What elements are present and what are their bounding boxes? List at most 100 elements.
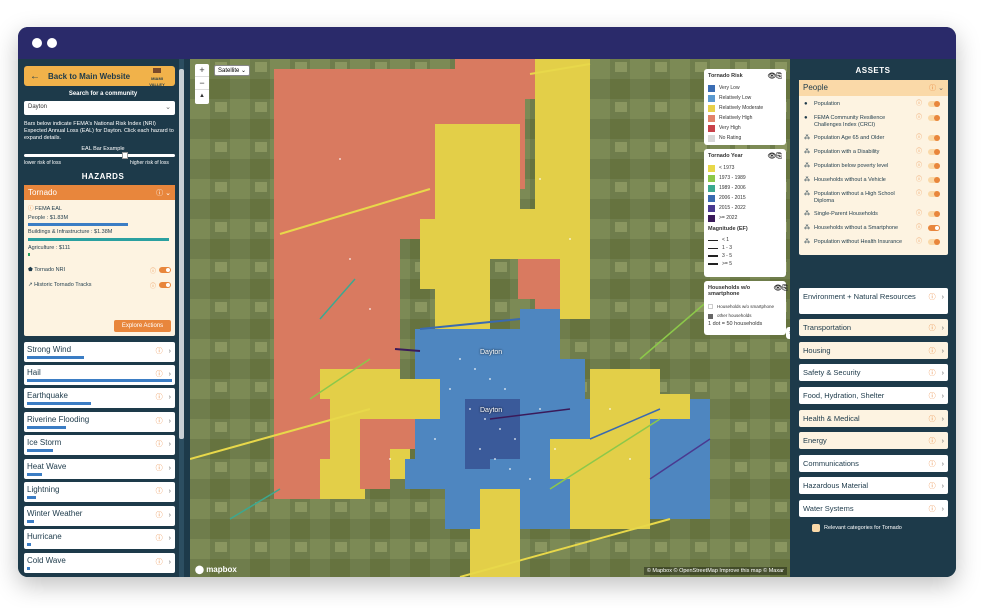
info-icon[interactable]: ⓘ <box>156 190 163 197</box>
people-layer-item[interactable]: ⁂ Households without a Smartphone ⓘ <box>804 225 944 232</box>
info-icon[interactable]: ⓘ <box>929 370 936 377</box>
people-layer-item[interactable]: ⁂ Population with a Disability ⓘ <box>804 149 944 156</box>
hazard-card[interactable]: Hurricane ⓘ › <box>24 529 175 549</box>
compass-icon[interactable]: ▲ <box>195 90 209 103</box>
asset-category[interactable]: Safety & Security ⓘ › <box>799 364 948 381</box>
info-icon[interactable]: ⓘ <box>916 135 922 142</box>
clipboard-icon[interactable]: ⎘ <box>776 73 782 80</box>
chevron-right-icon[interactable]: › <box>169 535 171 542</box>
layer-toggle[interactable] <box>928 163 940 169</box>
clipboard-icon[interactable]: ⎘ <box>776 153 782 160</box>
asset-category[interactable]: Energy ⓘ › <box>799 432 948 449</box>
info-icon[interactable]: ⓘ <box>156 348 163 355</box>
asset-card-people[interactable]: People ⓘ ⌄ ● Population ⓘ ● FEMA Community R… <box>799 80 948 255</box>
hazard-card[interactable]: Strong Wind ⓘ › <box>24 342 175 362</box>
info-icon[interactable]: ⓘ <box>156 535 163 542</box>
community-search-input[interactable]: Dayton ⌄ <box>24 101 175 115</box>
layer-toggle[interactable] <box>928 211 940 217</box>
chevron-right-icon[interactable]: › <box>942 461 944 468</box>
map-view[interactable]: + − ▲ Satellite ⌄ Dayton Dayton Tornado … <box>190 59 790 577</box>
asset-category[interactable]: Housing ⓘ › <box>799 342 948 359</box>
people-layer-item[interactable]: ⁂ Population below poverty level ⓘ <box>804 163 944 170</box>
info-icon[interactable]: ⓘ <box>929 461 936 468</box>
hazard-card[interactable]: Heat Wave ⓘ › <box>24 459 175 479</box>
info-icon[interactable]: ⓘ <box>156 488 163 495</box>
chevron-right-icon[interactable]: › <box>942 294 944 301</box>
info-icon[interactable]: ⓘ <box>916 149 922 156</box>
chevron-right-icon[interactable]: › <box>942 348 944 355</box>
tornado-nri-toggle[interactable] <box>159 267 171 273</box>
people-layer-item[interactable]: ● Population ⓘ <box>804 101 944 108</box>
chevron-right-icon[interactable]: › <box>942 370 944 377</box>
info-icon[interactable]: ⓘ <box>929 416 936 423</box>
asset-category[interactable]: Hazardous Material ⓘ › <box>799 477 948 494</box>
map-canvas[interactable] <box>190 59 790 577</box>
asset-category[interactable]: Food, Hydration, Shelter ⓘ › <box>799 387 948 404</box>
window-dot-icon[interactable] <box>47 38 57 48</box>
info-icon[interactable]: ⓘ <box>28 206 34 212</box>
hazard-card-tornado[interactable]: Tornado ⓘ ⌄ ⓘ FEMA EAL People : $1.83M B… <box>24 185 175 336</box>
chevron-right-icon[interactable]: › <box>942 483 944 490</box>
back-to-main-button[interactable]: ← Back to Main Website MIAMI VALLEY <box>24 66 175 87</box>
mapbox-logo[interactable]: ⬤ mapbox <box>195 565 237 574</box>
people-header[interactable]: People ⓘ ⌄ <box>799 80 948 96</box>
people-layer-item[interactable]: ⁂ Households without a Vehicle ⓘ <box>804 177 944 184</box>
info-icon[interactable]: ⓘ <box>916 211 922 218</box>
explore-actions-button[interactable]: Explore Actions <box>114 320 171 332</box>
chevron-right-icon[interactable]: › <box>169 465 171 472</box>
info-icon[interactable]: ⓘ <box>929 506 936 513</box>
info-icon[interactable]: ⓘ <box>916 191 922 198</box>
info-icon[interactable]: ⓘ <box>156 512 163 519</box>
people-layer-item[interactable]: ⁂ Single-Parent Households ⓘ <box>804 211 944 218</box>
chevron-right-icon[interactable]: › <box>942 438 944 445</box>
info-icon[interactable]: ⓘ <box>929 483 936 490</box>
chevron-right-icon[interactable]: › <box>169 512 171 519</box>
info-icon[interactable]: ⓘ <box>916 163 922 170</box>
chevron-right-icon[interactable]: › <box>169 371 171 378</box>
window-dot-icon[interactable] <box>32 38 42 48</box>
asset-category[interactable]: Environment + Natural Resources ⓘ › <box>799 288 948 314</box>
asset-category[interactable]: Communications ⓘ › <box>799 455 948 472</box>
info-icon[interactable]: ⓘ <box>916 177 922 184</box>
hazard-card[interactable]: Riverine Flooding ⓘ › <box>24 412 175 432</box>
hazard-card[interactable]: Ice Storm ⓘ › <box>24 435 175 455</box>
hazard-card[interactable]: Lightning ⓘ › <box>24 482 175 502</box>
info-icon[interactable]: ⓘ <box>929 325 936 332</box>
scrollbar-thumb[interactable] <box>179 69 184 439</box>
chevron-down-icon[interactable]: ⌄ <box>165 190 171 197</box>
chevron-right-icon[interactable]: › <box>169 559 171 566</box>
chevron-right-icon[interactable]: › <box>169 488 171 495</box>
sidebar-scrollbar[interactable] <box>179 59 184 577</box>
info-icon[interactable]: ⓘ <box>156 394 163 401</box>
people-layer-item[interactable]: ⁂ Population without a High School Diplom… <box>804 191 944 204</box>
chevron-right-icon[interactable]: › <box>942 416 944 423</box>
info-icon[interactable]: ⓘ <box>150 281 156 290</box>
info-icon[interactable]: ⓘ <box>156 371 163 378</box>
asset-category[interactable]: Transportation ⓘ › <box>799 319 948 336</box>
tornado-tracks-toggle[interactable] <box>159 282 171 288</box>
info-icon[interactable]: ⓘ <box>916 225 922 232</box>
asset-category[interactable]: Water Systems ⓘ › <box>799 500 948 517</box>
layer-toggle[interactable] <box>928 239 940 245</box>
clipboard-icon[interactable]: ⎘ <box>782 285 788 292</box>
map-attribution[interactable]: © Mapbox © OpenStreetMap Improve this ma… <box>643 567 787 575</box>
layer-toggle[interactable] <box>928 101 940 107</box>
info-icon[interactable]: ⓘ <box>156 465 163 472</box>
chevron-right-icon[interactable]: › <box>169 348 171 355</box>
layer-toggle[interactable] <box>928 149 940 155</box>
info-icon[interactable]: ⓘ <box>156 418 163 425</box>
asset-category[interactable]: Health & Medical ⓘ › <box>799 410 948 427</box>
zoom-out-button[interactable]: − <box>195 77 209 90</box>
layer-toggle[interactable] <box>928 225 940 231</box>
hazard-card[interactable]: Hail ⓘ › <box>24 365 175 385</box>
layer-toggle[interactable] <box>928 135 940 141</box>
info-icon[interactable]: ⓘ <box>916 101 922 108</box>
info-icon[interactable]: ⓘ <box>150 266 156 275</box>
hazard-card[interactable]: Cold Wave ⓘ › <box>24 553 175 573</box>
layer-toggle[interactable] <box>928 115 940 121</box>
chevron-right-icon[interactable]: › <box>942 325 944 332</box>
layer-toggle[interactable] <box>928 177 940 183</box>
chevron-right-icon[interactable]: › <box>942 393 944 400</box>
info-icon[interactable]: ⓘ <box>929 438 936 445</box>
chevron-right-icon[interactable]: › <box>169 394 171 401</box>
